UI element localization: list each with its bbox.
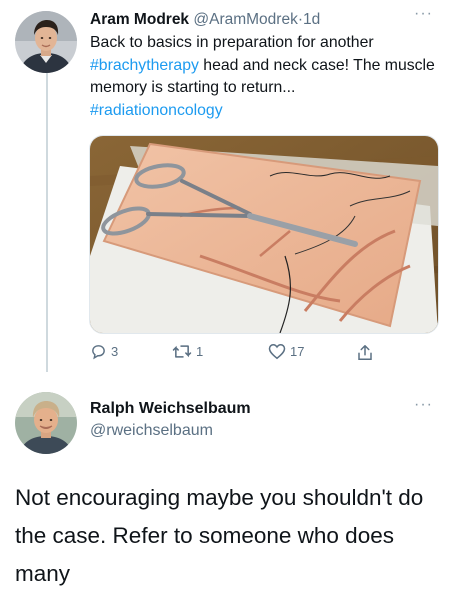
tweet-image[interactable] <box>89 135 439 334</box>
tweet-text-part: Back to basics in preparation for anothe… <box>90 34 374 51</box>
reply-count: 3 <box>111 344 119 359</box>
reply-button[interactable]: 3 <box>90 343 118 360</box>
tweet-actions: 3 1 17 <box>90 343 390 363</box>
reply-icon <box>90 343 111 360</box>
retweet-button[interactable]: 1 <box>172 343 203 360</box>
hashtag-link[interactable]: #radiationoncology <box>90 102 223 119</box>
timestamp[interactable]: 1d <box>303 11 320 28</box>
share-icon <box>356 343 378 362</box>
avatar[interactable] <box>15 11 77 73</box>
avatar[interactable] <box>15 392 77 454</box>
tweet-text: Back to basics in preparation for anothe… <box>90 32 440 122</box>
like-button[interactable]: 17 <box>268 343 304 360</box>
heart-icon <box>268 343 290 360</box>
tweet-header: Aram Modrek @AramModrek·1d <box>90 10 320 29</box>
more-options-icon[interactable]: ··· <box>414 396 433 414</box>
like-count: 17 <box>290 344 305 359</box>
retweet-count: 1 <box>196 344 204 359</box>
author-name[interactable]: Ralph Weichselbaum <box>90 399 251 419</box>
author-handle[interactable]: @rweichselbaum <box>90 421 213 441</box>
thread-line <box>46 70 48 372</box>
share-button[interactable] <box>356 343 378 362</box>
author-name[interactable]: Aram Modrek <box>90 11 189 28</box>
hashtag-link[interactable]: #brachytherapy <box>90 57 199 74</box>
author-handle[interactable]: @AramModrek <box>193 11 297 28</box>
tweet-text: Not encouraging maybe you shouldn't do t… <box>15 485 424 586</box>
retweet-icon <box>172 343 196 360</box>
more-options-icon[interactable]: ··· <box>414 5 433 23</box>
